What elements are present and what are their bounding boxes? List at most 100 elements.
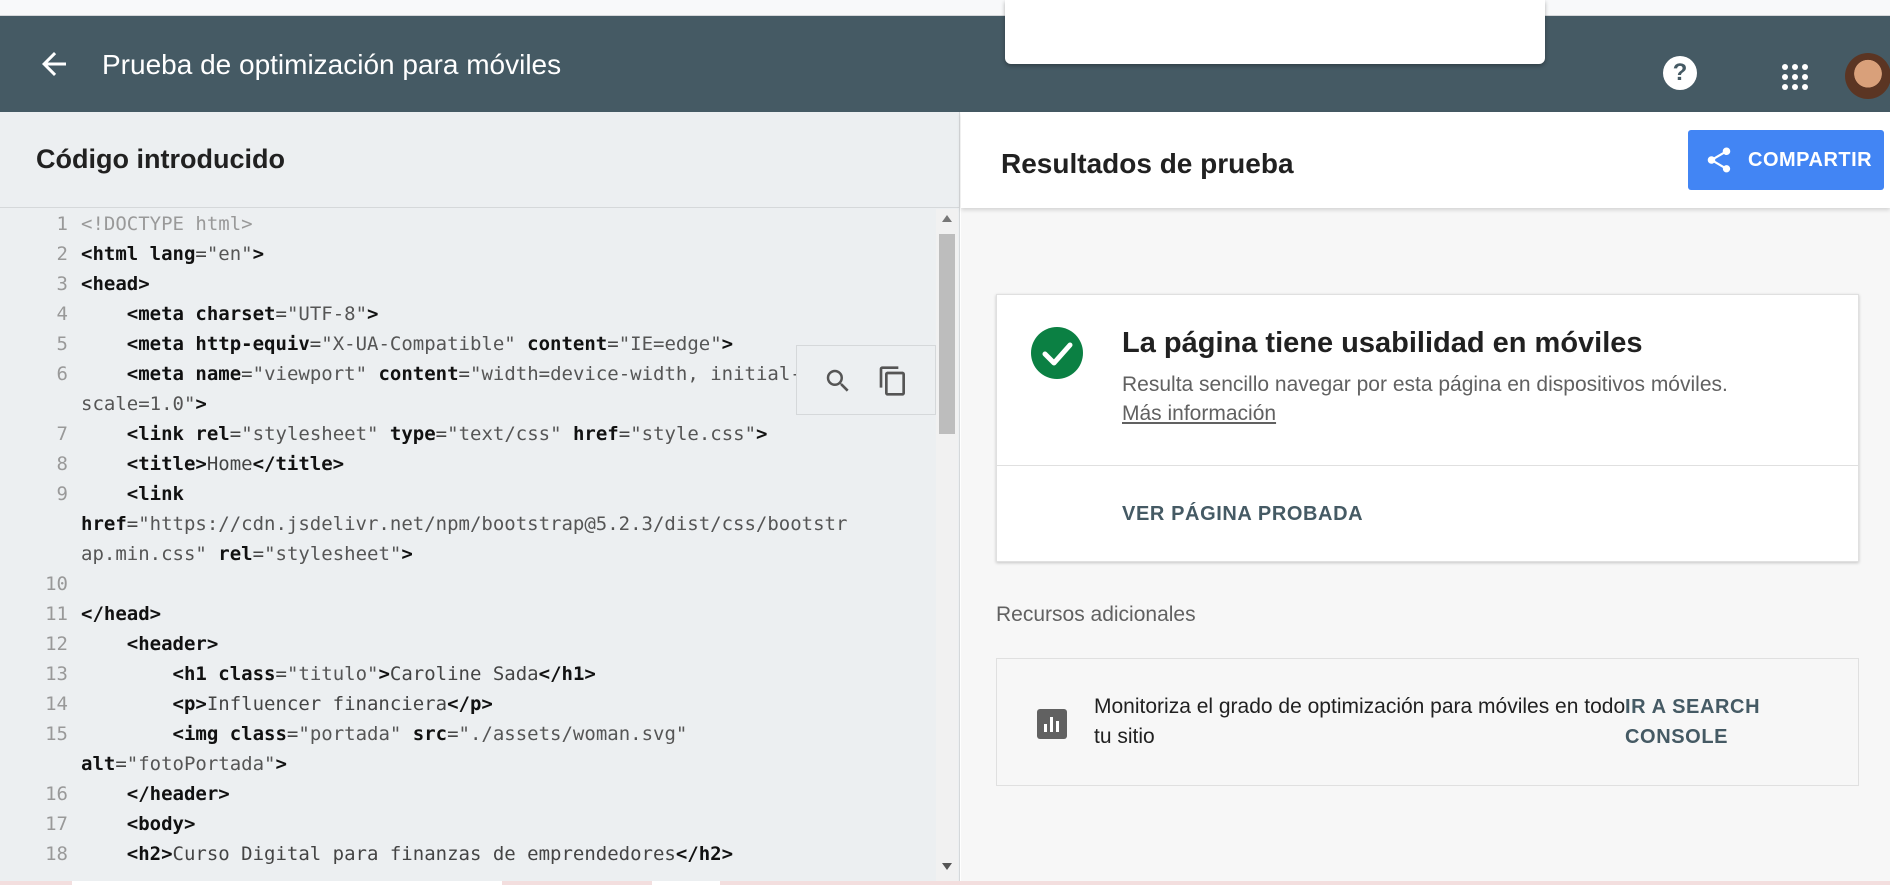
code-token: </h2> [675,843,734,865]
line-number [0,389,68,419]
code-token: </head> [81,603,162,625]
result-title: La página tiene usabilidad en móviles [1122,327,1643,359]
code-token: = [126,513,139,535]
code-token: = [309,333,322,355]
code-token: </p> [447,693,493,715]
code-token: > [721,333,734,355]
popup-dialog [1005,0,1545,64]
code-scrollbar[interactable] [936,209,958,885]
code-token: > [378,663,390,685]
scroll-down-arrow-icon[interactable] [942,863,952,870]
code-token: <body> [126,813,196,835]
results-header: Resultados de prueba COMPARTIR [961,112,1890,208]
code-line: ap.min.css" rel="stylesheet"> [0,539,936,569]
code-token: "width=device-width, initial- [470,363,802,385]
line-number: 11 [45,603,68,625]
code-text: ap.min.css" rel="stylesheet"> [68,539,413,569]
code-text: <meta http-equiv="X-UA-Compatible" conte… [68,329,733,359]
code-token: "IE=edge" [618,333,722,355]
line-number: 15 [45,723,68,745]
code-line: 3 <head> [0,269,936,299]
avatar[interactable] [1845,53,1890,99]
scroll-up-arrow-icon[interactable] [942,215,952,222]
code-line: href="https://cdn.jsdelivr.net/npm/boots… [0,509,936,539]
code-token: = [252,543,265,565]
line-number [0,749,68,779]
code-line: 14 <p>Influencer financiera</p> [0,689,936,719]
code-token: "en" [206,243,253,265]
copy-icon[interactable] [877,364,909,398]
code-token: = [618,423,631,445]
code-line: 16 </header> [0,779,936,809]
code-token: "stylesheet" [264,543,402,565]
code-token: "fotoPortada" [126,753,276,775]
code-token: scale=1.0" [81,393,196,415]
resources-heading: Recursos adicionales [996,603,1196,626]
code-token: <head> [81,273,150,295]
share-button[interactable]: COMPARTIR [1688,130,1884,190]
code-token: = [229,423,242,445]
code-token: > [401,543,413,565]
code-token: "viewport" [252,363,379,385]
code-line: alt="fotoPortada"> [0,749,936,779]
line-number: 10 [45,573,68,595]
code-token: <h2> [126,843,173,865]
code-token: "style.css" [630,423,757,445]
line-number: 2 [56,243,68,265]
resource-card: Monitoriza el grado de optimización para… [996,658,1859,786]
more-info-link[interactable]: Más información [1122,402,1276,426]
code-line: 2 <html lang="en"> [0,239,936,269]
code-token: "./assets/woman.svg" [458,723,688,745]
code-token: lang [149,243,196,265]
code-token: Caroline Sada [389,663,539,685]
line-number: 8 [56,453,68,475]
code-token: content [527,333,608,355]
code-editor[interactable]: 1 <!DOCTYPE html> 2 <html lang="en"> 3 <head>… [0,209,936,885]
code-token: <title> [126,453,207,475]
code-token: </header> [126,783,230,805]
code-token: <link [126,423,196,445]
code-token: <h1 [172,663,219,685]
view-tested-page-button[interactable]: VER PÁGINA PROBADA [1122,503,1363,526]
code-token: http-equiv [195,333,310,355]
scrollbar-thumb[interactable] [939,234,955,434]
code-line: 1 <!DOCTYPE html> [0,209,936,239]
line-number: 5 [56,333,68,355]
code-token: class [229,723,287,745]
code-token: </title> [252,453,345,475]
code-token: "portada" [298,723,413,745]
line-number: 14 [45,693,68,715]
code-token: <meta [126,333,196,355]
code-token: <header> [126,633,219,655]
code-text: alt="fotoPortada"> [68,749,287,779]
code-text: <img class="portada" src="./assets/woman… [68,719,688,749]
code-token: rel [195,423,230,445]
search-console-link[interactable]: IR A SEARCH CONSOLE [1625,692,1825,752]
code-token: = [275,303,287,325]
code-text: <h1 class="titulo">Caroline Sada</h1> [68,659,596,689]
code-token: <p> [172,693,207,715]
code-token: "X-UA-Compatible" [321,333,528,355]
code-token: > [275,753,287,775]
help-icon[interactable]: ? [1663,56,1697,90]
apps-grid-icon[interactable] [1780,62,1810,92]
back-arrow-icon[interactable] [36,46,72,82]
line-number: 16 [45,783,68,805]
code-token: name [195,363,242,385]
code-token: > [252,243,265,265]
code-token: <link [126,483,184,505]
search-icon[interactable] [823,366,853,396]
code-token: <!DOCTYPE html> [81,213,253,235]
code-text: <h2>Curso Digital para finanzas de empre… [68,839,733,869]
check-icon [1031,327,1083,379]
code-token: Influencer financiera [206,693,448,715]
results-title: Resultados de prueba [1001,148,1294,179]
line-number [0,539,68,569]
code-token: = [435,423,448,445]
